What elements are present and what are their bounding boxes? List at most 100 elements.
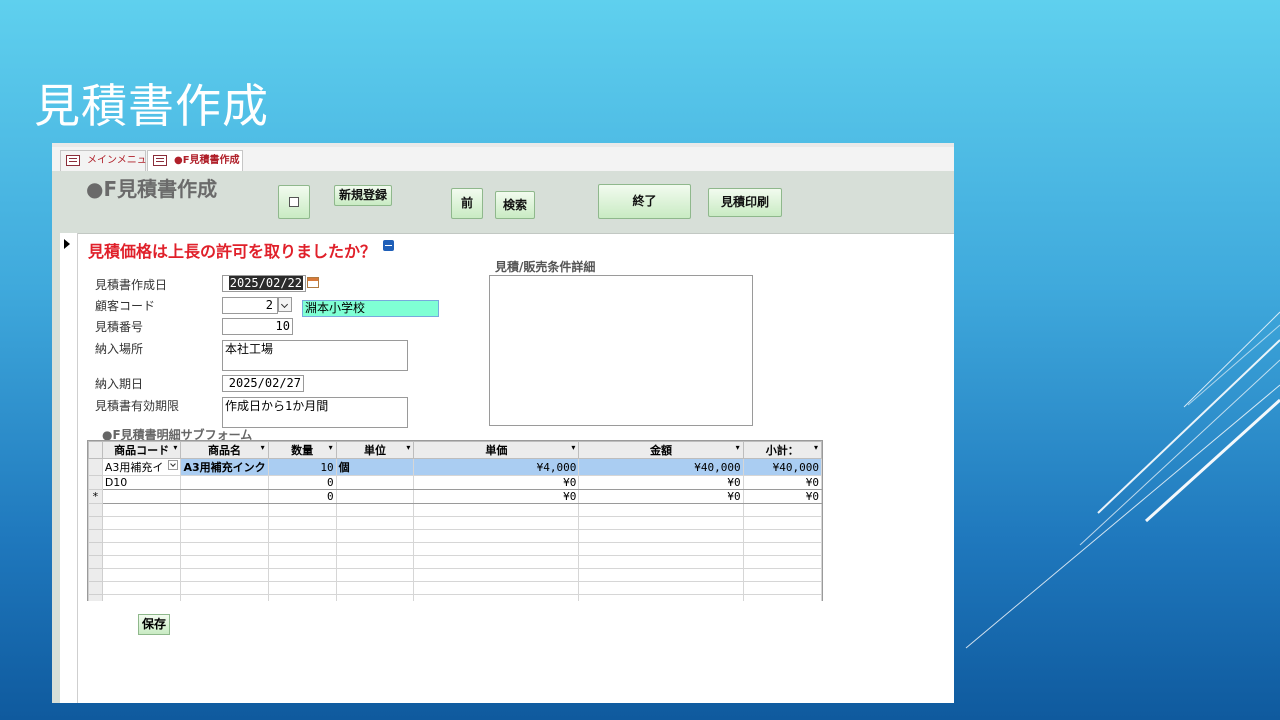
details-label: 見積/販売条件詳細	[495, 260, 596, 274]
document-tabbar: メインメニュー ●F見積書作成	[52, 147, 954, 172]
row-selector	[88, 516, 103, 530]
price-cell[interactable]: ¥0	[413, 475, 580, 490]
subtotal-cell: ¥40,000	[742, 458, 822, 476]
record-selector[interactable]	[60, 233, 78, 703]
qty-cell[interactable]: 10	[267, 458, 337, 476]
tab-quote-form[interactable]: ●F見積書作成	[147, 150, 243, 172]
unit-cell[interactable]	[335, 489, 415, 504]
created-date-field[interactable]: 2025/02/22	[222, 275, 306, 292]
price-cell[interactable]: ¥0	[413, 489, 580, 504]
delivery-place-label: 納入場所	[95, 342, 144, 356]
row-selector	[88, 594, 103, 601]
quote-no-label: 見積番号	[95, 320, 144, 334]
empty-row	[88, 555, 822, 569]
sort-arrow-icon[interactable]: ▾	[736, 443, 740, 452]
new-record-row[interactable]: * 0 ¥0 ¥0 ¥0	[88, 489, 822, 504]
tab-label: ●F見積書作成	[174, 155, 240, 166]
product-code-cell[interactable]	[101, 489, 182, 504]
collapse-icon[interactable]	[383, 240, 394, 251]
new-register-button[interactable]: 新規登録	[334, 185, 392, 206]
delivery-place-field[interactable]: 本社工場	[222, 340, 408, 371]
column-header[interactable]: 商品名 ▾	[180, 441, 269, 459]
document-icon	[289, 197, 299, 207]
current-record-arrow-icon	[64, 239, 70, 249]
quote-details-subform: 商品コード ▾ 商品名 ▾ 数量 ▾ 単位 ▾ 単価 ▾ 金額 ▾ 小計： ▾ A3用補充イ …	[87, 440, 823, 601]
calendar-icon[interactable]	[307, 277, 319, 288]
customer-code-field[interactable]: 2	[222, 297, 278, 314]
created-date-value: 2025/02/22	[228, 276, 303, 290]
save-button[interactable]: 保存	[138, 614, 170, 635]
row-selector[interactable]	[88, 458, 103, 476]
empty-row	[88, 516, 822, 530]
form-icon	[66, 155, 80, 166]
row-selector	[88, 542, 103, 556]
details-datasheet: 商品コード ▾ 商品名 ▾ 数量 ▾ 単位 ▾ 単価 ▾ 金額 ▾ 小計： ▾ A3用補充イ …	[88, 441, 822, 601]
header-row: 商品コード ▾ 商品名 ▾ 数量 ▾ 単位 ▾ 単価 ▾ 金額 ▾ 小計： ▾	[88, 441, 822, 459]
row-selector[interactable]	[88, 475, 103, 490]
chevron-down-icon[interactable]	[278, 297, 292, 312]
empty-row	[88, 542, 822, 556]
unit-cell[interactable]	[335, 475, 415, 490]
slide-title: 見積書作成	[34, 79, 269, 133]
finish-button[interactable]: 終了	[598, 184, 691, 219]
sort-arrow-icon[interactable]: ▾	[329, 443, 333, 452]
sort-arrow-icon[interactable]: ▾	[814, 443, 818, 452]
row-selector	[88, 568, 103, 582]
amount-cell[interactable]: ¥0	[578, 489, 744, 504]
column-header[interactable]: 金額 ▾	[578, 441, 744, 459]
product-name-cell[interactable]	[180, 475, 269, 490]
subtotal-cell: ¥0	[742, 489, 822, 504]
prev-button[interactable]: 前	[451, 188, 483, 219]
column-header[interactable]: 単位 ▾	[335, 441, 415, 459]
created-date-label: 見積書作成日	[95, 278, 168, 292]
form-title: ●F見積書作成	[86, 177, 218, 201]
sort-arrow-icon[interactable]: ▾	[173, 443, 177, 452]
search-button[interactable]: 検索	[495, 191, 535, 219]
column-header[interactable]: 数量 ▾	[267, 441, 337, 459]
table-row[interactable]: D10 0 ¥0 ¥0 ¥0	[88, 475, 822, 490]
empty-row	[88, 581, 822, 595]
delivery-date-label: 納入期日	[95, 377, 144, 391]
product-name-cell[interactable]	[180, 489, 269, 504]
validity-field[interactable]: 作成日から1か月間	[222, 397, 408, 428]
amount-cell[interactable]: ¥0	[578, 475, 744, 490]
qty-cell[interactable]: 0	[267, 489, 337, 504]
column-header[interactable]: 商品コード ▾	[101, 441, 182, 459]
sort-arrow-icon[interactable]: ▾	[571, 443, 575, 452]
form-left-strip	[52, 171, 60, 703]
details-textarea[interactable]	[489, 275, 753, 426]
chevron-down-icon[interactable]	[168, 460, 179, 470]
empty-row	[88, 503, 822, 517]
product-code-cell[interactable]: D10	[101, 475, 182, 490]
quote-no-field[interactable]: 10	[222, 318, 293, 335]
subtotal-cell: ¥0	[742, 475, 822, 490]
tab-main-menu[interactable]: メインメニュー	[60, 150, 157, 171]
row-selector	[88, 529, 103, 543]
empty-row	[88, 529, 822, 543]
amount-cell[interactable]: ¥40,000	[578, 458, 744, 476]
approval-warning: 見積価格は上長の許可を取りましたか？	[88, 242, 377, 261]
new-record-marker[interactable]: *	[88, 489, 103, 504]
access-form-window: メインメニュー ●F見積書作成 ●F見積書作成 新規登録 前 検索 終了 見積印…	[52, 143, 954, 703]
price-cell[interactable]: ¥4,000	[413, 458, 580, 476]
form-icon	[153, 155, 167, 166]
unit-cell[interactable]: 個	[335, 458, 415, 476]
empty-row	[88, 594, 822, 601]
sort-arrow-icon[interactable]: ▾	[261, 443, 265, 452]
empty-row	[88, 568, 822, 582]
table-row[interactable]: A3用補充イ A3用補充インク 10 個 ¥4,000 ¥40,000 ¥40,…	[88, 458, 822, 476]
select-all-cell[interactable]	[88, 441, 103, 459]
row-selector	[88, 503, 103, 517]
print-quote-button[interactable]: 見積印刷	[708, 188, 782, 217]
sort-arrow-icon[interactable]: ▾	[406, 443, 410, 452]
column-header[interactable]: 単価 ▾	[413, 441, 580, 459]
row-selector	[88, 581, 103, 595]
customer-name-field: 淵本小学校	[302, 300, 439, 317]
product-code-cell[interactable]: A3用補充イ	[101, 458, 182, 476]
qty-cell[interactable]: 0	[267, 475, 337, 490]
icon-button[interactable]	[278, 185, 310, 219]
delivery-date-field[interactable]: 2025/02/27	[222, 375, 304, 392]
form-header: ●F見積書作成 新規登録 前 検索 終了 見積印刷	[60, 171, 954, 234]
column-header[interactable]: 小計： ▾	[742, 441, 822, 459]
product-name-cell[interactable]: A3用補充インク	[180, 458, 269, 476]
